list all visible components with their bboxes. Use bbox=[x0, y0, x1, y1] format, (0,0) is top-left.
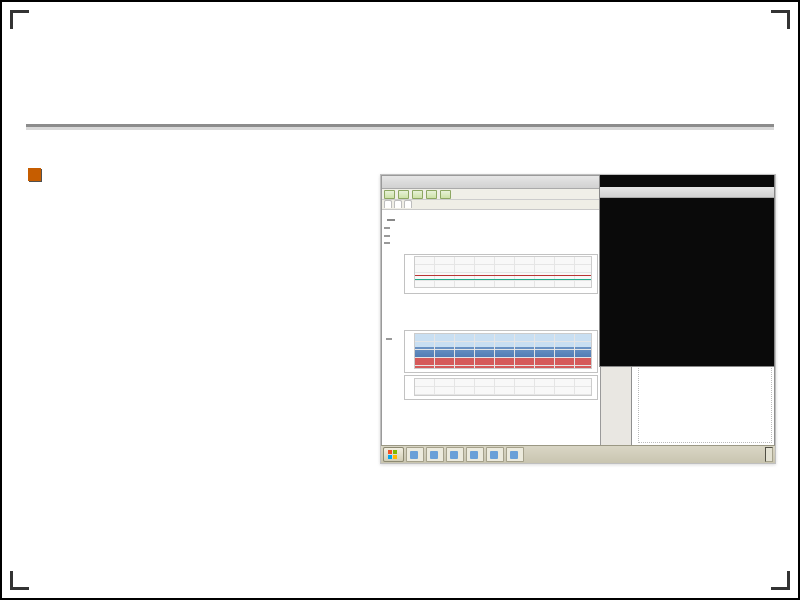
nav-reload-icon[interactable] bbox=[412, 190, 423, 199]
app-icon bbox=[450, 451, 458, 459]
app-icon bbox=[490, 451, 498, 459]
start-button[interactable] bbox=[383, 447, 404, 462]
node-picker bbox=[386, 336, 392, 342]
taskbar-item[interactable] bbox=[466, 447, 484, 462]
taskbar-item[interactable] bbox=[486, 447, 504, 462]
nav-forward-icon[interactable] bbox=[398, 190, 409, 199]
last-select[interactable] bbox=[384, 235, 390, 237]
sorted-select[interactable] bbox=[384, 242, 390, 244]
taskbar-item[interactable] bbox=[406, 447, 424, 462]
get-fresh-data-button[interactable] bbox=[387, 219, 395, 221]
corner-decoration bbox=[10, 571, 29, 590]
taskbar bbox=[381, 445, 775, 463]
terminal-window bbox=[599, 174, 775, 367]
browser-toolbar bbox=[382, 189, 600, 200]
cpu-chart bbox=[404, 330, 598, 373]
terminal-titlebar bbox=[600, 187, 774, 198]
nav-stop-icon[interactable] bbox=[426, 190, 437, 199]
browser-titlebar bbox=[382, 176, 600, 189]
bookmark-link[interactable] bbox=[394, 200, 402, 208]
load-series-line bbox=[415, 275, 591, 276]
windows-logo-icon bbox=[388, 450, 397, 459]
axis-labels bbox=[384, 250, 404, 294]
slide-body bbox=[26, 150, 378, 160]
title-underline bbox=[26, 124, 774, 127]
terminal-output bbox=[600, 212, 774, 369]
app-icon bbox=[410, 451, 418, 459]
app-icon bbox=[510, 451, 518, 459]
ganglia-report bbox=[384, 208, 598, 443]
taskbar-item[interactable] bbox=[446, 447, 464, 462]
corner-decoration bbox=[771, 571, 790, 590]
chart-legend bbox=[406, 290, 596, 292]
load-chart bbox=[404, 254, 598, 294]
nav-back-icon[interactable] bbox=[384, 190, 395, 199]
report-header bbox=[384, 208, 598, 223]
browser-window bbox=[381, 175, 601, 446]
app-icon bbox=[430, 451, 438, 459]
app-icon bbox=[470, 451, 478, 459]
taskbar-item[interactable] bbox=[506, 447, 524, 462]
memory-chart bbox=[404, 375, 598, 400]
bookmark-link[interactable] bbox=[384, 200, 392, 208]
system-tray bbox=[765, 447, 773, 462]
bookmark-link[interactable] bbox=[404, 200, 412, 208]
desktop-screenshot bbox=[380, 174, 776, 464]
taskbar-item[interactable] bbox=[426, 447, 444, 462]
report-controls bbox=[384, 225, 598, 247]
corner-decoration bbox=[771, 10, 790, 29]
nav-home-icon[interactable] bbox=[440, 190, 451, 199]
load-series-line bbox=[415, 279, 591, 280]
node-select[interactable] bbox=[386, 338, 392, 340]
corner-decoration bbox=[10, 10, 29, 29]
metric-select[interactable] bbox=[384, 227, 390, 229]
